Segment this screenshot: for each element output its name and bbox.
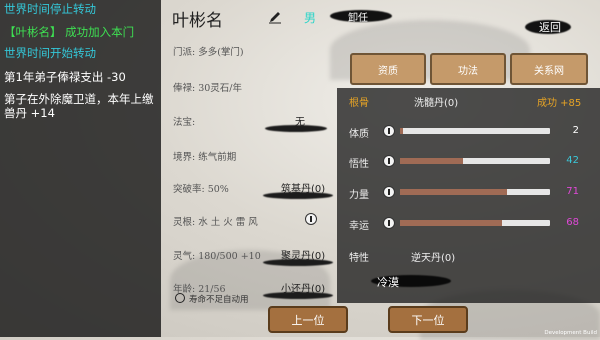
stat-bar-fill — [400, 128, 403, 134]
gender-label: 男 — [304, 11, 317, 25]
edit-name-icon[interactable] — [268, 9, 282, 24]
marrow-pill-button[interactable]: 洗髓丹(0) — [414, 94, 458, 109]
stat-value: 42 — [566, 155, 579, 166]
ink-underline — [263, 192, 333, 199]
treasure-label: 法宝: — [173, 117, 196, 128]
back-label: 返回 — [539, 21, 561, 34]
resign-button[interactable]: 卸任 — [330, 6, 392, 24]
auto-use-toggle[interactable] — [175, 293, 185, 303]
tab-relations[interactable]: 关系网 — [510, 53, 588, 85]
stat-label: 力量 — [349, 190, 369, 201]
log-line: 世界时间停止转动 — [4, 2, 96, 16]
stat-bar-fill — [400, 220, 502, 226]
stat-label: 体质 — [349, 129, 369, 140]
ink-underline — [263, 259, 333, 266]
stat-info-icon[interactable] — [383, 125, 395, 137]
log-line: 世界时间开始转动 — [4, 46, 96, 60]
info-icon[interactable] — [305, 213, 317, 225]
stat-bar — [400, 220, 550, 226]
tab-aptitude[interactable]: 资质 — [350, 53, 426, 85]
spirit-qi-text: 灵气: 180/500 +10 — [173, 251, 261, 262]
log-line: 第子在外除魔卫道，本年上缴 — [4, 92, 154, 106]
salary-text: 俸禄: 30灵石/年 — [173, 83, 243, 94]
heaven-defying-pill-button[interactable]: 逆天丹(0) — [411, 249, 455, 264]
spirit-root-text: 灵根: 水 土 火 雷 风 — [173, 217, 258, 228]
stat-bar-fill — [400, 158, 463, 164]
log-line: 【叶彬名】 成功加入本门 — [4, 25, 135, 39]
stat-label: 悟性 — [349, 159, 369, 170]
prev-button[interactable]: 上一位 — [268, 306, 348, 333]
realm-text: 境界: 练气前期 — [173, 152, 237, 163]
stat-value: 71 — [566, 186, 579, 197]
stat-bar — [400, 189, 550, 195]
stat-info-icon[interactable] — [383, 217, 395, 229]
stat-bar-fill — [400, 189, 507, 195]
log-line: 兽丹 +14 — [4, 106, 55, 120]
stat-bar — [400, 158, 550, 164]
ink-underline — [265, 125, 327, 132]
stats-header-left: 根骨 — [349, 98, 369, 109]
stat-info-icon[interactable] — [383, 186, 395, 198]
breakthrough-rate-text: 突破率: 50% — [173, 184, 229, 195]
stats-panel: 根骨 洗髓丹(0) 成功 +85 体质 2 悟性 42 力量 71 幸运 68 … — [337, 88, 600, 303]
trait-value: 冷漠 — [377, 276, 399, 289]
stats-header-right: 成功 +85 — [537, 98, 582, 109]
stat-value: 68 — [566, 217, 579, 228]
next-button[interactable]: 下一位 — [388, 306, 468, 333]
stat-bar — [400, 128, 550, 134]
ink-underline — [263, 292, 333, 299]
stat-info-icon[interactable] — [383, 155, 395, 167]
stat-value: 2 — [572, 125, 579, 136]
sect-text: 门派: 多多(掌门) — [173, 47, 244, 58]
event-log-panel: 世界时间停止转动 【叶彬名】 成功加入本门 世界时间开始转动 第1年弟子俸禄支出… — [0, 0, 161, 337]
resign-label: 卸任 — [348, 13, 368, 24]
back-button[interactable]: 返回 — [525, 14, 571, 36]
character-name: 叶彬名 — [172, 11, 223, 31]
log-line: 第1年弟子俸禄支出 -30 — [4, 70, 126, 84]
tab-skills[interactable]: 功法 — [430, 53, 506, 85]
trait-label: 特性 — [349, 253, 369, 264]
dev-build-label: Development Build — [544, 330, 597, 336]
auto-use-label: 寿命不足自动用 — [189, 295, 249, 305]
stat-label: 幸运 — [349, 221, 369, 232]
